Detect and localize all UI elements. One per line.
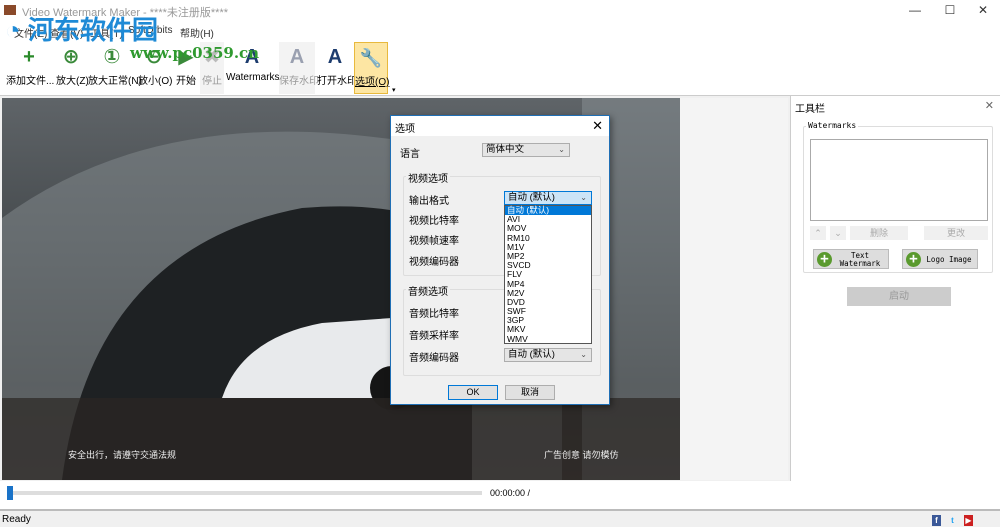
player-bar: 00:00:00 / [0, 481, 1000, 509]
watermark-url: www.pc0359.cn [130, 44, 260, 62]
wrench-icon: 🔧 [359, 48, 383, 68]
audio-samplerate-label: 音频采样率 [409, 331, 459, 342]
zoom-in-button[interactable]: ⊕ 放大(Z) [56, 42, 89, 94]
output-format-select[interactable]: 自动 (默认) ⌄ [504, 191, 592, 205]
maximize-button[interactable]: ☐ [935, 3, 965, 17]
save-watermark-button[interactable]: A 保存水印 [279, 42, 319, 94]
text-watermark-button[interactable]: + Text Watermark [813, 249, 889, 269]
options-button[interactable]: 🔧 选项(O) [354, 42, 389, 94]
ok-button[interactable]: OK [448, 385, 498, 400]
delete-button[interactable]: 删除 [850, 226, 908, 240]
open-watermark-button[interactable]: A 打开水印 [317, 42, 357, 94]
logo-image-button[interactable]: + Logo Image [902, 249, 978, 269]
panel-close-button[interactable]: ✕ [985, 99, 994, 112]
twitter-icon[interactable]: t [948, 515, 957, 526]
run-button[interactable]: 启动 [847, 287, 951, 306]
tool-panel: 工具栏 ✕ Watermarks ⌃ ⌄ 删除 更改 + Text Waterma… [790, 96, 1000, 481]
language-label: 语言 [400, 149, 420, 160]
facebook-icon[interactable]: f [932, 515, 941, 526]
options-dialog: 选项 ✕ 语言 简体中文 ⌄ 视频选项 输出格式 自动 (默认) ⌄ 视频比特率 视… [390, 115, 610, 405]
audio-codec-select[interactable]: 自动 (默认) ⌄ [504, 348, 592, 362]
watermarks-list[interactable] [810, 139, 988, 221]
watermarks-group: Watermarks ⌃ ⌄ 删除 更改 + Text Watermark + Lo… [803, 121, 993, 273]
chevron-down-icon: ⌄ [558, 145, 565, 154]
open-watermark-icon: A [327, 46, 343, 68]
video-framerate-label: 视频帧速率 [409, 236, 459, 247]
watermarks-group-label: Watermarks [806, 121, 859, 130]
dialog-title: 选项 [395, 124, 415, 135]
minimize-button[interactable]: — [900, 3, 930, 17]
status-bar: Ready f t ▶ [0, 509, 1000, 527]
menu-help[interactable]: 帮助(H) [180, 25, 214, 40]
move-down-button[interactable]: ⌄ [830, 226, 846, 240]
zoom-normal-button[interactable]: ① 放大正常(N) [88, 42, 142, 94]
seek-track[interactable] [10, 491, 482, 495]
edit-button[interactable]: 更改 [924, 226, 988, 240]
plus-icon: + [906, 252, 921, 267]
format-option[interactable]: WMV [505, 334, 591, 344]
time-readout: 00:00:00 / [490, 488, 531, 498]
toolbar-overflow-icon[interactable]: ▾ [392, 86, 396, 94]
status-text: Ready [2, 514, 31, 525]
seek-thumb[interactable] [7, 486, 13, 500]
preview-background [680, 98, 788, 480]
chevron-down-icon: ⌄ [580, 350, 587, 359]
save-watermark-icon: A [289, 46, 305, 68]
chevron-down-icon: ⌄ [580, 193, 587, 202]
move-up-button[interactable]: ⌃ [810, 226, 826, 240]
dialog-titlebar: 选项 ✕ [391, 116, 609, 136]
video-bitrate-label: 视频比特率 [409, 216, 459, 227]
video-caption-right: 广告创意 请勿模仿 [544, 450, 619, 460]
close-button[interactable]: ✕ [968, 3, 998, 17]
video-codec-label: 视频编码器 [409, 257, 459, 268]
watermark-logo: ◔ 河东软件园 [5, 15, 158, 45]
video-caption-left: 安全出行，请遵守交通法规 [68, 450, 177, 460]
output-format-dropdown[interactable]: 自动 (默认) AVI MOV RM10 M1V MP2 SVCD FLV MP4 M2V DVD S… [504, 205, 592, 344]
audio-bitrate-label: 音频比特率 [409, 309, 459, 320]
youtube-icon[interactable]: ▶ [964, 515, 973, 526]
language-select[interactable]: 简体中文 ⌄ [482, 143, 570, 157]
panel-title: 工具栏 [795, 104, 825, 115]
add-file-button[interactable]: + 添加文件... [6, 42, 54, 94]
plus-icon: + [817, 252, 832, 267]
cancel-button[interactable]: 取消 [505, 385, 555, 400]
audio-codec-label: 音频编码器 [409, 353, 459, 364]
output-format-label: 输出格式 [409, 196, 449, 207]
dialog-close-button[interactable]: ✕ [592, 118, 603, 134]
